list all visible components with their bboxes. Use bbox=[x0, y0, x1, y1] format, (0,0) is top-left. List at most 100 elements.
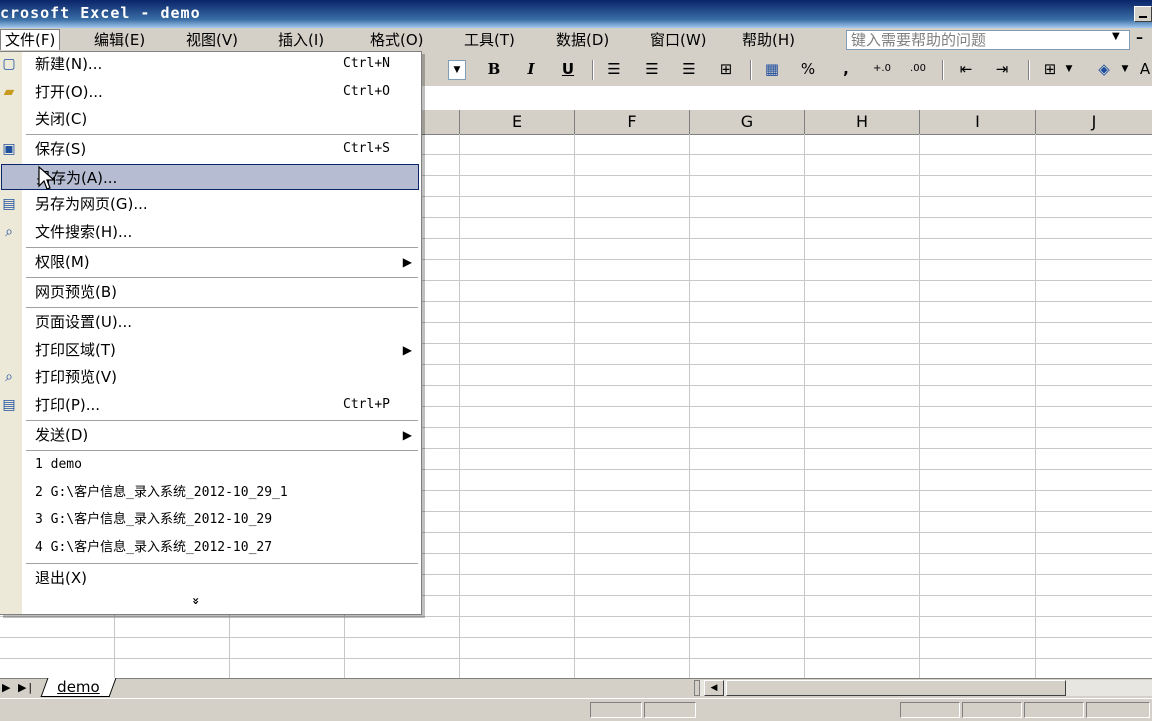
menu-item-label: 3 G:\客户信息_录入系统_2012-10_29 bbox=[35, 512, 273, 527]
menu-separator bbox=[26, 247, 418, 248]
toolbar-separator bbox=[592, 60, 594, 80]
file-menu-save[interactable]: ▣ 保存(S) Ctrl+S bbox=[2, 136, 420, 162]
grid-line bbox=[0, 658, 1152, 659]
menu-separator bbox=[26, 307, 418, 308]
scrollbar-thumb[interactable] bbox=[726, 680, 1066, 696]
file-menu-open[interactable]: ▰ 打开(O)... Ctrl+O bbox=[4, 79, 420, 105]
file-menu-print[interactable]: ▤ 打印(P)... Ctrl+P bbox=[2, 392, 420, 418]
font-color-icon[interactable]: A bbox=[1138, 58, 1152, 80]
bold-button[interactable]: B bbox=[482, 58, 506, 80]
menu-item-label: 退出(X) bbox=[35, 569, 87, 587]
menu-separator bbox=[26, 134, 418, 135]
sheet-tab-demo[interactable]: demo bbox=[40, 678, 117, 697]
column-header-j[interactable]: J bbox=[1036, 110, 1152, 134]
column-header-e[interactable]: E bbox=[460, 110, 575, 134]
tab-split-handle[interactable] bbox=[694, 680, 700, 696]
status-panel bbox=[962, 702, 1022, 718]
file-menu-save-as[interactable]: 另存为(A)... bbox=[1, 164, 419, 190]
column-header-f[interactable]: F bbox=[575, 110, 690, 134]
menu-file[interactable]: 文件(F) bbox=[0, 29, 61, 50]
percent-button[interactable]: % bbox=[796, 58, 820, 80]
increase-decimal-button[interactable]: +.0 bbox=[870, 58, 894, 80]
open-folder-icon: ▰ bbox=[3, 84, 15, 100]
menu-separator bbox=[26, 450, 418, 451]
menu-item-label: 权限(M) bbox=[35, 253, 90, 271]
menu-tools[interactable]: 工具(T) bbox=[462, 30, 517, 50]
menu-item-label: 打开(O)... bbox=[35, 83, 103, 101]
file-menu-close[interactable]: 关闭(C) bbox=[22, 106, 420, 132]
menu-item-label: 发送(D) bbox=[35, 426, 89, 444]
recent-file-2[interactable]: 2 G:\客户信息_录入系统_2012-10_29_1 bbox=[22, 480, 420, 506]
column-header-i[interactable]: I bbox=[920, 110, 1036, 134]
menu-insert[interactable]: 插入(I) bbox=[276, 30, 326, 50]
currency-icon[interactable]: ▦ bbox=[760, 58, 784, 80]
align-left-icon[interactable]: ☰ bbox=[602, 58, 626, 80]
help-dropdown-icon[interactable]: ▼ bbox=[1112, 31, 1120, 42]
menu-separator bbox=[26, 277, 418, 278]
menu-item-label: 页面设置(U)... bbox=[35, 313, 132, 331]
scroll-left-icon[interactable]: ◀ bbox=[704, 680, 724, 696]
file-menu-web-preview[interactable]: 网页预览(B) bbox=[22, 279, 420, 305]
fill-color-icon[interactable]: ◈ bbox=[1092, 58, 1116, 80]
menu-window[interactable]: 窗口(W) bbox=[648, 30, 709, 50]
menu-view[interactable]: 视图(V) bbox=[184, 30, 240, 50]
column-header-g[interactable]: G bbox=[690, 110, 805, 134]
menu-separator bbox=[26, 420, 418, 421]
decrease-decimal-button[interactable]: .00 bbox=[906, 58, 930, 80]
submenu-arrow-icon: ▶ bbox=[402, 255, 412, 269]
file-menu-print-area[interactable]: 打印区域(T) ▶ bbox=[22, 337, 420, 363]
status-panel bbox=[644, 702, 696, 718]
file-menu-exit[interactable]: 退出(X) bbox=[22, 565, 420, 591]
align-right-icon[interactable]: ☰ bbox=[677, 58, 701, 80]
web-page-icon: ▤ bbox=[2, 196, 16, 212]
document-minimize-icon[interactable]: – bbox=[1136, 30, 1143, 46]
font-size-dropdown-icon[interactable]: ▼ bbox=[448, 60, 466, 80]
menu-item-label: 关闭(C) bbox=[35, 110, 88, 128]
menu-item-shortcut: Ctrl+O bbox=[343, 84, 390, 99]
menu-help[interactable]: 帮助(H) bbox=[740, 30, 797, 50]
window-title: crosoft Excel - demo bbox=[0, 4, 201, 22]
menu-item-label: 4 G:\客户信息_录入系统_2012-10_27 bbox=[35, 540, 273, 555]
toolbar-separator bbox=[942, 60, 944, 80]
decrease-indent-icon[interactable]: ⇤ bbox=[954, 58, 978, 80]
recent-file-3[interactable]: 3 G:\客户信息_录入系统_2012-10_29 bbox=[22, 507, 420, 533]
menu-data[interactable]: 数据(D) bbox=[554, 30, 611, 50]
file-menu-page-setup[interactable]: 页面设置(U)... bbox=[22, 309, 420, 335]
menu-item-shortcut: Ctrl+S bbox=[343, 141, 390, 156]
menu-item-label: 文件搜索(H)... bbox=[35, 223, 133, 241]
file-menu-new[interactable]: ▢ 新建(N)... Ctrl+N bbox=[2, 51, 420, 77]
file-menu-print-preview[interactable]: ⌕ 打印预览(V) bbox=[5, 364, 420, 390]
menu-edit[interactable]: 编辑(E) bbox=[92, 30, 147, 50]
merge-center-icon[interactable]: ⊞ bbox=[714, 58, 738, 80]
menu-item-label: 另存为网页(G)... bbox=[35, 195, 148, 213]
search-icon: ⌕ bbox=[5, 224, 13, 240]
borders-icon[interactable]: ⊞ bbox=[1038, 58, 1062, 80]
file-menu-permission[interactable]: 权限(M) ▶ bbox=[22, 249, 420, 275]
minimize-button[interactable] bbox=[1134, 6, 1152, 22]
menu-item-label: 网页预览(B) bbox=[35, 283, 117, 301]
italic-button[interactable]: I bbox=[519, 58, 543, 80]
status-panel bbox=[900, 702, 960, 718]
file-menu-save-as-web[interactable]: ▤ 另存为网页(G)... bbox=[2, 191, 420, 217]
status-panel bbox=[1086, 702, 1150, 718]
increase-indent-icon[interactable]: ⇥ bbox=[990, 58, 1014, 80]
menu-format[interactable]: 格式(O) bbox=[368, 30, 426, 50]
borders-dropdown-icon[interactable]: ▼ bbox=[1062, 58, 1076, 80]
menu-item-shortcut: Ctrl+P bbox=[343, 397, 390, 412]
menu-item-shortcut: Ctrl+N bbox=[343, 56, 390, 71]
align-center-icon[interactable]: ☰ bbox=[640, 58, 664, 80]
menu-separator bbox=[26, 563, 418, 564]
underline-button[interactable]: U bbox=[556, 58, 580, 80]
expand-menu-icon[interactable]: » bbox=[189, 597, 203, 605]
fill-color-dropdown-icon[interactable]: ▼ bbox=[1118, 58, 1132, 80]
recent-file-1[interactable]: 1 demo bbox=[22, 452, 420, 478]
comma-style-button[interactable]: , bbox=[834, 58, 858, 80]
file-menu-file-search[interactable]: ⌕ 文件搜索(H)... bbox=[5, 219, 420, 245]
menu-item-label: 打印(P)... bbox=[35, 396, 101, 414]
file-menu-send[interactable]: 发送(D) ▶ bbox=[22, 422, 420, 448]
recent-file-4[interactable]: 4 G:\客户信息_录入系统_2012-10_27 bbox=[22, 535, 420, 561]
help-question-input[interactable]: 键入需要帮助的问题 bbox=[846, 30, 1130, 50]
column-header-h[interactable]: H bbox=[805, 110, 920, 134]
mouse-cursor-icon bbox=[38, 166, 56, 190]
tab-scroll-next-last-icon[interactable]: ▶ ▶| bbox=[2, 681, 34, 694]
